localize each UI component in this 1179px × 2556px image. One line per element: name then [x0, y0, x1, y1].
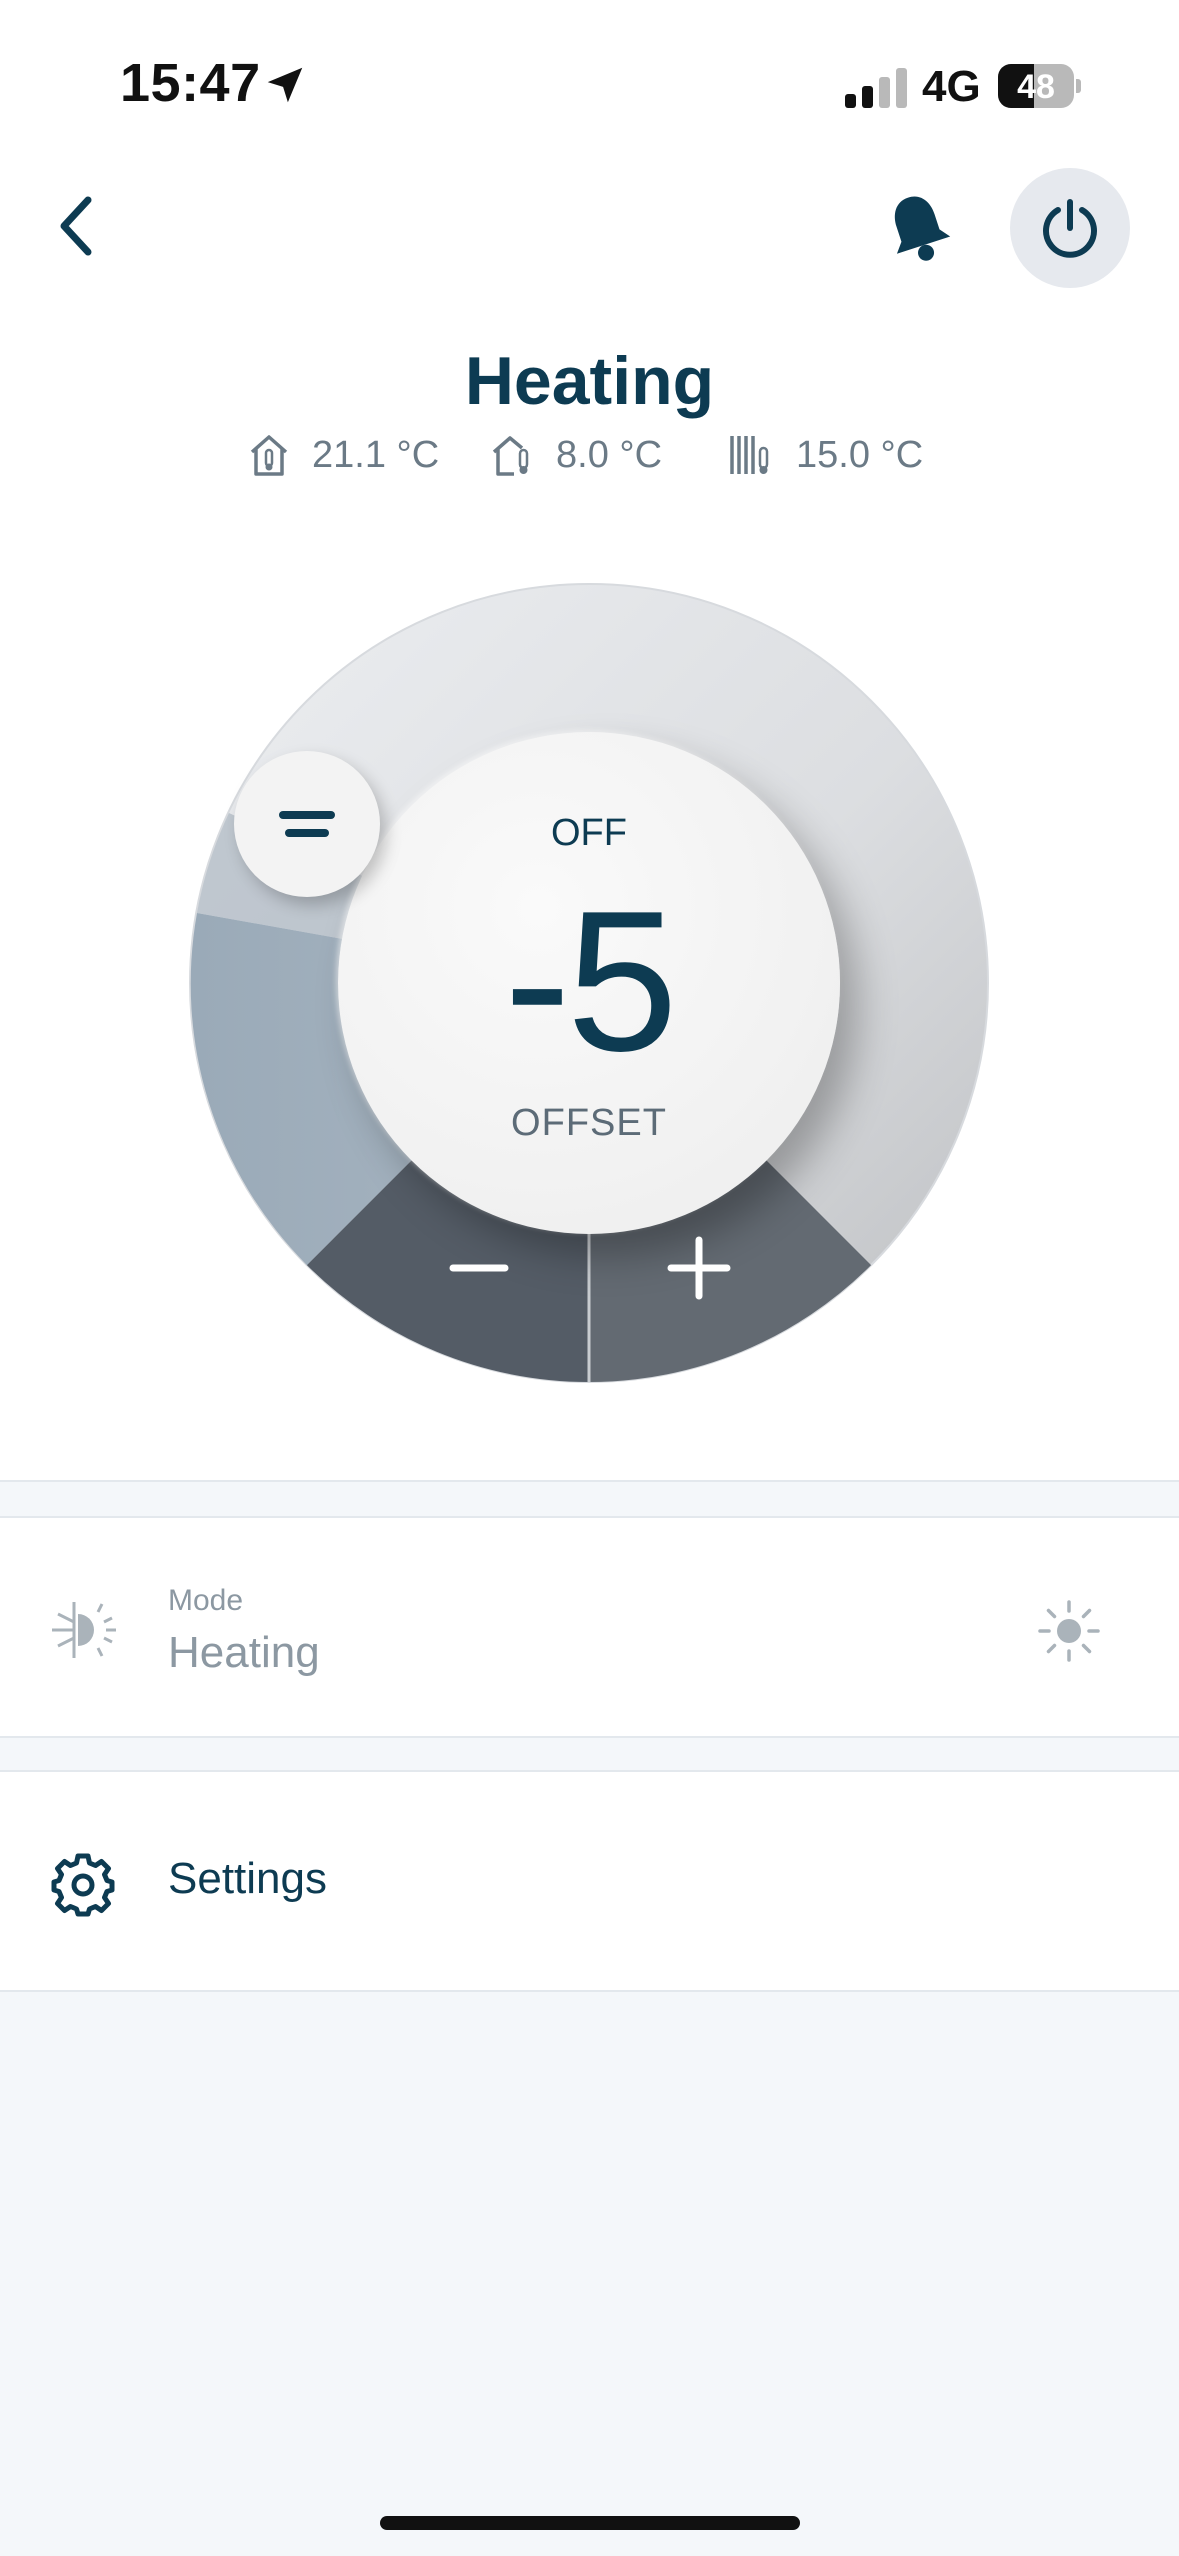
section-divider [0, 1480, 1179, 1518]
mode-value: Heating [168, 1628, 320, 1677]
dial-handle[interactable] [234, 751, 380, 897]
cellular-signal-icon [845, 68, 907, 108]
notifications-button[interactable] [880, 188, 956, 268]
settings-label: Settings [168, 1854, 327, 1903]
mode-label: Mode [168, 1584, 244, 1617]
indoor-temperature: 21.1 °C [248, 425, 439, 485]
battery-level: 48 [1017, 68, 1055, 106]
indoor-temperature-value: 21.1 °C [312, 433, 440, 476]
section-divider [0, 1736, 1179, 1772]
radiator-temperature-value: 15.0 °C [796, 433, 924, 476]
dial-center: OFF -5 OFFSET [338, 732, 840, 1234]
settings-row[interactable]: Settings [0, 1770, 1179, 1992]
offset-label: OFFSET [511, 1102, 667, 1144]
outdoor-temperature: 8.0 °C [492, 425, 662, 485]
back-button[interactable] [46, 186, 106, 266]
temperature-readings: 21.1 °C 8.0 °C 15.0 °C [0, 425, 1179, 485]
decrease-button[interactable] [429, 1228, 529, 1308]
drag-handle-icon [279, 811, 335, 837]
network-type: 4G [922, 62, 981, 111]
chevron-left-icon [60, 196, 92, 256]
gear-icon [51, 1853, 115, 1917]
sun-icon [1038, 1600, 1100, 1662]
battery-body: 48 [998, 64, 1074, 108]
dial-state: OFF [551, 812, 627, 854]
power-button[interactable] [1010, 168, 1130, 288]
outdoor-temperature-value: 8.0 °C [556, 433, 663, 476]
increase-button[interactable] [649, 1228, 749, 1308]
heat-cool-mode-icon [52, 1602, 116, 1658]
offset-value: -5 [504, 870, 678, 1093]
page-title: Heating [464, 343, 715, 419]
bell-icon [894, 196, 951, 261]
plus-icon [667, 1236, 731, 1300]
radiator-temperature: 15.0 °C [728, 425, 923, 485]
minus-icon [449, 1264, 509, 1272]
status-time: 15:47 [120, 53, 261, 113]
battery-indicator: 48 [998, 64, 1081, 108]
screen: 15:47 4G 48 Heating 21.1 °C 8.0 °C 15.0 … [0, 0, 1179, 2556]
outdoor-temperature-icon [492, 436, 529, 476]
radiator-temperature-icon [730, 436, 769, 474]
home-indicator[interactable] [380, 2516, 800, 2530]
power-icon [1043, 199, 1097, 258]
thermostat-dial[interactable]: OFF -5 OFFSET [189, 583, 989, 1383]
mode-row[interactable]: Mode Heating [0, 1516, 1179, 1738]
indoor-temperature-icon [250, 435, 288, 476]
battery-tip [1076, 79, 1081, 93]
location-arrow-icon [267, 67, 303, 103]
